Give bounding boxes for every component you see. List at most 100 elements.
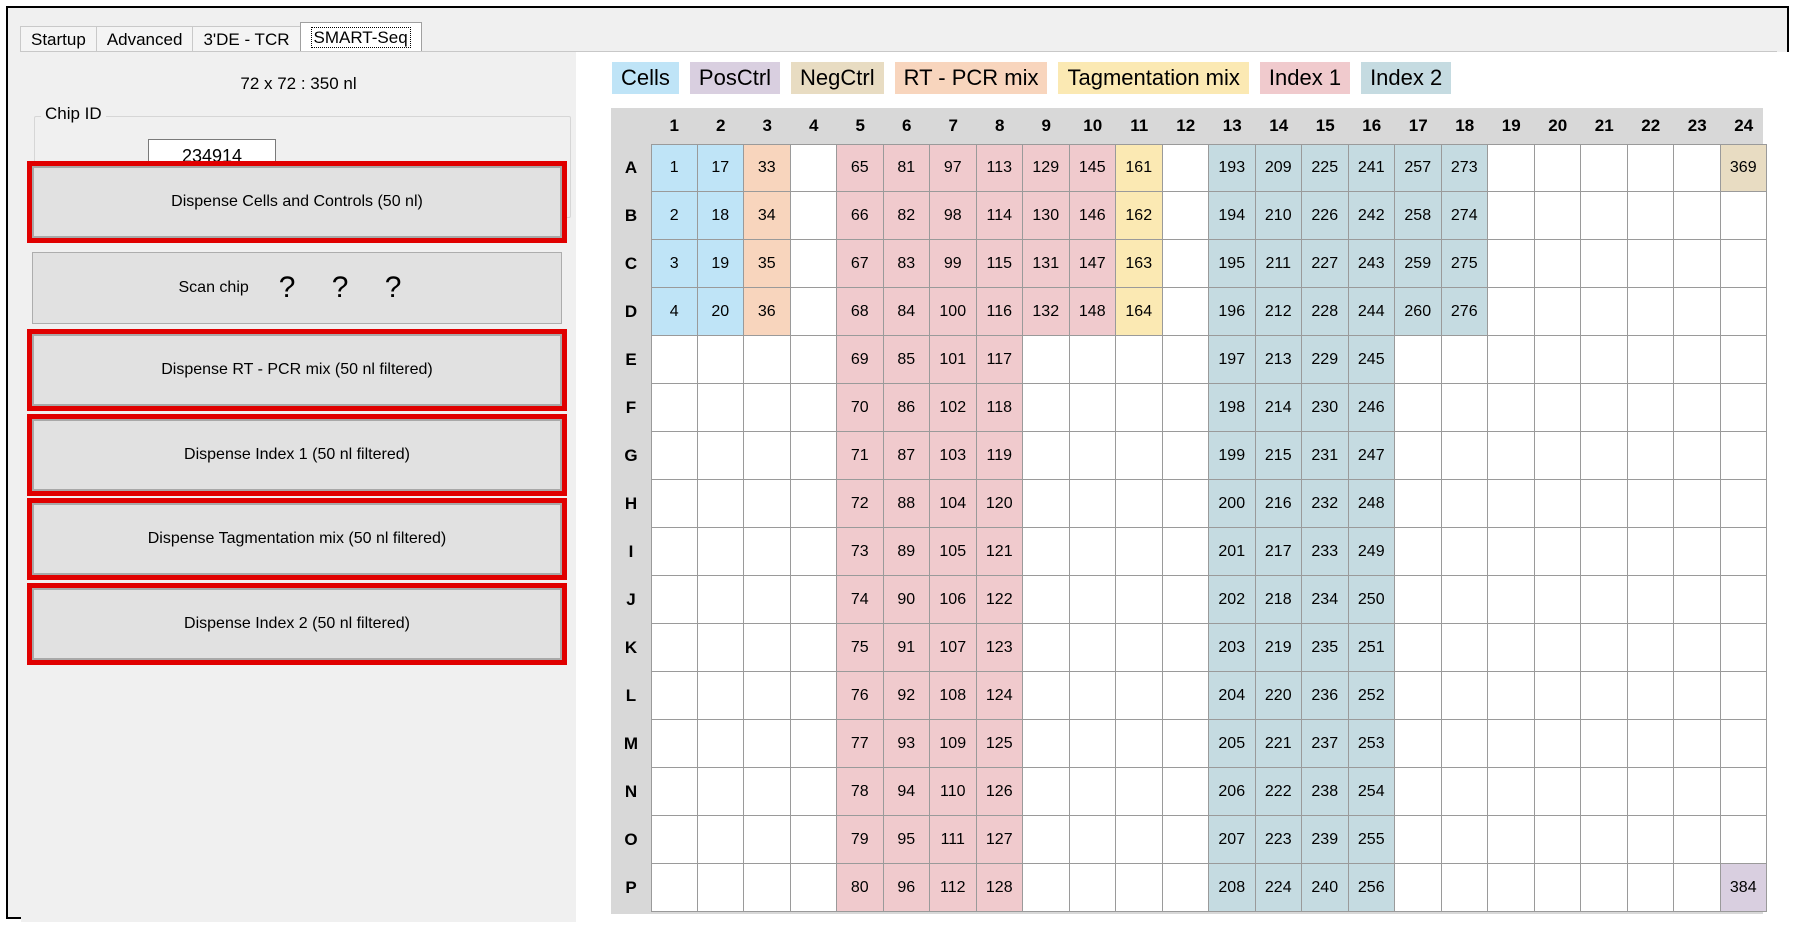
- well-cell[interactable]: [1441, 720, 1488, 768]
- well-cell[interactable]: 76: [837, 672, 884, 720]
- well-cell[interactable]: [1627, 576, 1674, 624]
- well-cell[interactable]: [1581, 480, 1628, 528]
- well-cell[interactable]: [1627, 624, 1674, 672]
- well-cell[interactable]: 231: [1302, 432, 1349, 480]
- well-cell[interactable]: [1069, 624, 1116, 672]
- well-cell[interactable]: [1441, 816, 1488, 864]
- well-cell[interactable]: 232: [1302, 480, 1349, 528]
- well-cell[interactable]: 246: [1348, 384, 1395, 432]
- well-cell[interactable]: 67: [837, 240, 884, 288]
- well-cell[interactable]: [1395, 672, 1442, 720]
- well-cell[interactable]: 19: [697, 240, 744, 288]
- well-cell[interactable]: 369: [1720, 144, 1767, 192]
- well-cell[interactable]: [1488, 768, 1535, 816]
- well-cell[interactable]: [744, 720, 791, 768]
- well-cell[interactable]: 207: [1209, 816, 1256, 864]
- well-cell[interactable]: [1116, 384, 1163, 432]
- well-cell[interactable]: 114: [976, 192, 1023, 240]
- well-cell[interactable]: [1069, 816, 1116, 864]
- well-cell[interactable]: 85: [883, 336, 930, 384]
- well-cell[interactable]: [1720, 816, 1767, 864]
- well-cell[interactable]: [1674, 192, 1721, 240]
- well-cell[interactable]: 196: [1209, 288, 1256, 336]
- well-cell[interactable]: 84: [883, 288, 930, 336]
- well-cell[interactable]: [1720, 528, 1767, 576]
- well-cell[interactable]: [651, 720, 698, 768]
- well-cell[interactable]: [1069, 720, 1116, 768]
- well-cell[interactable]: 242: [1348, 192, 1395, 240]
- well-cell[interactable]: 211: [1255, 240, 1302, 288]
- well-cell[interactable]: 247: [1348, 432, 1395, 480]
- well-cell[interactable]: [1581, 576, 1628, 624]
- well-cell[interactable]: [744, 432, 791, 480]
- well-cell[interactable]: [1674, 528, 1721, 576]
- well-cell[interactable]: [1069, 336, 1116, 384]
- well-cell[interactable]: [1488, 576, 1535, 624]
- well-cell[interactable]: [1674, 240, 1721, 288]
- well-cell[interactable]: 17: [697, 144, 744, 192]
- well-cell[interactable]: [651, 816, 698, 864]
- well-cell[interactable]: [1162, 768, 1209, 816]
- well-cell[interactable]: 113: [976, 144, 1023, 192]
- well-cell[interactable]: [1674, 144, 1721, 192]
- well-cell[interactable]: [1720, 192, 1767, 240]
- well-cell[interactable]: 131: [1023, 240, 1070, 288]
- well-cell[interactable]: 212: [1255, 288, 1302, 336]
- well-cell[interactable]: [1441, 576, 1488, 624]
- well-cell[interactable]: 241: [1348, 144, 1395, 192]
- well-cell[interactable]: 251: [1348, 624, 1395, 672]
- well-cell[interactable]: 81: [883, 144, 930, 192]
- well-cell[interactable]: [744, 384, 791, 432]
- well-cell[interactable]: [697, 336, 744, 384]
- well-cell[interactable]: [651, 672, 698, 720]
- well-cell[interactable]: 117: [976, 336, 1023, 384]
- well-cell[interactable]: 221: [1255, 720, 1302, 768]
- well-cell[interactable]: [1069, 528, 1116, 576]
- well-cell[interactable]: [790, 336, 837, 384]
- well-cell[interactable]: 193: [1209, 144, 1256, 192]
- well-cell[interactable]: [1488, 864, 1535, 912]
- well-cell[interactable]: [1627, 432, 1674, 480]
- well-cell[interactable]: 107: [930, 624, 977, 672]
- well-cell[interactable]: [1069, 672, 1116, 720]
- well-cell[interactable]: 202: [1209, 576, 1256, 624]
- well-cell[interactable]: [1069, 432, 1116, 480]
- tab-advanced[interactable]: Advanced: [95, 26, 194, 52]
- well-cell[interactable]: [790, 144, 837, 192]
- well-cell[interactable]: 102: [930, 384, 977, 432]
- tab-smart-seq[interactable]: SMART-Seq: [299, 22, 422, 52]
- well-cell[interactable]: [1116, 576, 1163, 624]
- well-cell[interactable]: [790, 816, 837, 864]
- well-cell[interactable]: 205: [1209, 720, 1256, 768]
- well-cell[interactable]: 110: [930, 768, 977, 816]
- well-cell[interactable]: [1023, 576, 1070, 624]
- well-cell[interactable]: 1: [651, 144, 698, 192]
- well-cell[interactable]: [1627, 864, 1674, 912]
- well-cell[interactable]: [1627, 384, 1674, 432]
- well-cell[interactable]: 109: [930, 720, 977, 768]
- well-cell[interactable]: 213: [1255, 336, 1302, 384]
- well-cell[interactable]: 18: [697, 192, 744, 240]
- well-cell[interactable]: 70: [837, 384, 884, 432]
- well-cell[interactable]: [744, 672, 791, 720]
- well-cell[interactable]: [697, 864, 744, 912]
- well-cell[interactable]: [1023, 864, 1070, 912]
- well-cell[interactable]: [1720, 288, 1767, 336]
- well-cell[interactable]: [1674, 720, 1721, 768]
- well-cell[interactable]: [1627, 720, 1674, 768]
- well-cell[interactable]: [1627, 240, 1674, 288]
- well-cell[interactable]: [1674, 864, 1721, 912]
- well-cell[interactable]: [1720, 240, 1767, 288]
- well-cell[interactable]: 233: [1302, 528, 1349, 576]
- well-cell[interactable]: [1488, 816, 1535, 864]
- well-cell[interactable]: [790, 624, 837, 672]
- well-cell[interactable]: [1488, 288, 1535, 336]
- well-cell[interactable]: [697, 720, 744, 768]
- well-cell[interactable]: [1627, 528, 1674, 576]
- well-cell[interactable]: [1395, 768, 1442, 816]
- well-cell[interactable]: [1534, 336, 1581, 384]
- well-cell[interactable]: [1162, 144, 1209, 192]
- well-cell[interactable]: [1720, 624, 1767, 672]
- well-cell[interactable]: [697, 576, 744, 624]
- well-cell[interactable]: 230: [1302, 384, 1349, 432]
